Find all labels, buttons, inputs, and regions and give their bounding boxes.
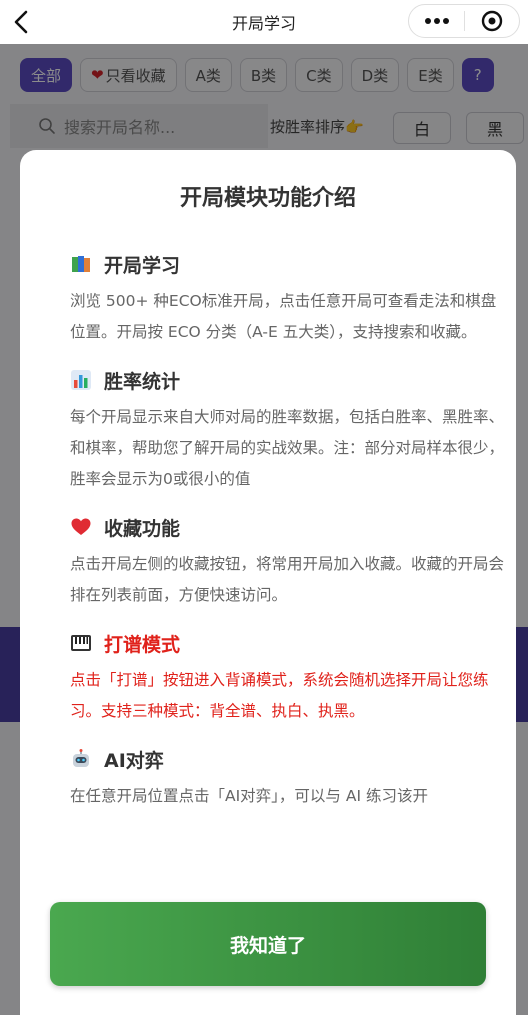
bar-chart-icon [70,369,92,391]
robot-icon [70,748,92,770]
more-button[interactable] [409,5,464,37]
intro-modal: 开局模块功能介绍 开局学习 浏览 500+ 种ECO标准开局，点击任意开局可查看… [20,150,516,1015]
piano-icon [70,632,92,654]
mini-program-capsule [408,4,520,38]
section-header: AI对弈 [70,741,506,777]
section-favorites: 收藏功能 点击开局左侧的收藏按钮，将常用开局加入收藏。收藏的开局会排在列表前面，… [70,509,506,611]
section-practice-mode: 打谱模式 点击「打谱」按钮进入背诵模式，系统会随机选择开局让您练习。支持三种模式… [70,625,506,727]
section-description: 点击「打谱」按钮进入背诵模式，系统会随机选择开局让您练习。支持三种模式：背全谱、… [70,671,489,720]
more-dot [433,18,440,24]
chevron-left-icon [14,10,28,34]
got-it-button[interactable]: 我知道了 [50,902,486,986]
section-description: 每个开局显示来自大师对局的胜率数据，包括白胜率、黑胜率、和棋率，帮助您了解开局的… [70,408,505,488]
section-header: 收藏功能 [70,509,506,545]
section-win-rate: 胜率统计 每个开局显示来自大师对局的胜率数据，包括白胜率、黑胜率、和棋率，帮助您… [70,362,506,495]
more-dots-icon [424,18,431,24]
section-description: 浏览 500+ 种ECO标准开局，点击任意开局可查看走法和棋盘位置。开局按 EC… [70,292,497,341]
section-header: 打谱模式 [70,625,506,661]
target-icon [481,10,503,32]
books-icon [70,253,92,275]
modal-title: 开局模块功能介绍 [179,186,356,211]
section-opening-study: 开局学习 浏览 500+ 种ECO标准开局，点击任意开局可查看走法和棋盘位置。开… [70,246,506,348]
section-title: 收藏功能 [104,517,181,540]
section-header: 胜率统计 [70,362,506,398]
section-title: 打谱模式 [104,633,181,656]
section-header: 开局学习 [70,246,506,282]
section-description: 点击开局左侧的收藏按钮，将常用开局加入收藏。收藏的开局会排在列表前面，方便快速访… [70,555,505,604]
close-mini-program-button[interactable] [465,5,519,37]
section-title: 开局学习 [104,254,181,277]
more-dot [442,18,449,24]
feature-sections: 开局学习 浏览 500+ 种ECO标准开局，点击任意开局可查看走法和棋盘位置。开… [70,246,506,826]
navbar: 开局学习 [0,0,528,44]
section-description: 在任意开局位置点击「AI对弈」，可以与 AI 练习该开 [70,787,428,805]
section-title: 胜率统计 [104,370,181,393]
back-button[interactable] [6,7,36,37]
heart-icon [70,516,92,538]
page: 开局学习 全部 ❤ 只看收藏 A类 B类 C类 D类 E类 ? 搜索开局名称..… [0,0,528,1015]
section-title: AI对弈 [104,749,164,772]
section-ai-play: AI对弈 在任意开局位置点击「AI对弈」，可以与 AI 练习该开 [70,741,506,812]
page-title: 开局学习 [231,14,296,33]
